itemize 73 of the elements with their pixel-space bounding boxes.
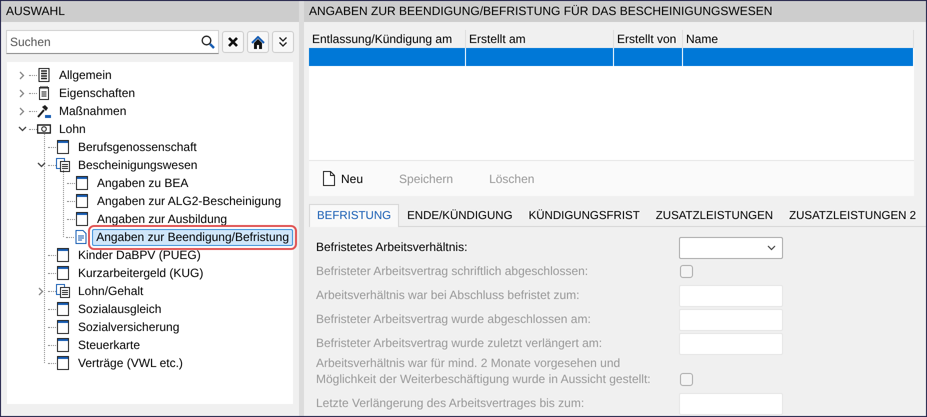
home-icon (251, 36, 265, 48)
hammer-icon (37, 104, 51, 118)
tree-item[interactable]: Sozialausgleich (74, 300, 166, 318)
tree-item[interactable]: Kinder DaBPV (PUEG) (74, 246, 205, 264)
table-cell[interactable] (614, 48, 683, 66)
search-icon[interactable] (201, 35, 215, 49)
field-label: Letzte Verlängerung des Arbeitsvertrages bis zum: (316, 395, 586, 412)
tree-item[interactable]: Kurzarbeitergeld (KUG) (74, 264, 208, 282)
chevron-right-icon[interactable] (19, 106, 25, 116)
column-header[interactable]: Name (683, 30, 914, 48)
form-icon (75, 176, 89, 190)
banknote-icon (37, 122, 51, 136)
tree-item[interactable]: Bescheinigungswesen (74, 156, 202, 174)
panel-title: ANGABEN ZUR BEENDIGUNG/BEFRISTUNG FÜR DAS BESCHEINIGUNGSWESEN (304, 1, 926, 22)
form-icon (56, 302, 70, 316)
tree-item[interactable]: Lohn (55, 120, 90, 138)
panel-title: AUSWAHL (1, 1, 299, 22)
form-icon (56, 338, 70, 352)
field-label: Arbeitsverhältnis war bei Abschluss befristet zum: (316, 287, 580, 304)
chevron-down-icon[interactable] (18, 126, 26, 132)
tab[interactable]: BEFRISTUNG (309, 204, 400, 227)
close-icon (227, 36, 239, 48)
form-icon (75, 212, 89, 226)
table-cell[interactable] (683, 48, 914, 66)
field-label: Befristetes Arbeitsverhältnis: (316, 239, 468, 256)
tree-item[interactable]: Eigenschaften (55, 84, 140, 102)
tree-item[interactable]: Angaben zur Ausbildung (93, 210, 232, 228)
new-file-icon (323, 171, 335, 186)
document-icon (74, 230, 88, 244)
tab[interactable]: ENDE/KÜNDIGUNG (399, 204, 521, 227)
form-icon (56, 320, 70, 334)
chevron-right-icon[interactable] (38, 286, 44, 296)
field-label: Arbeitsverhältnis war für mind. 2 Monate vorgesehen und Möglichkeit der Weiterbeschäftigung wurde in Aussicht gestellt: (316, 355, 652, 388)
tab[interactable]: ZUSATZLEISTUNGEN (648, 204, 782, 227)
documents-icon (56, 284, 70, 298)
chevron-right-icon[interactable] (19, 70, 25, 80)
form-icon (56, 356, 70, 370)
table-cell[interactable] (466, 48, 614, 66)
chevron-down-icon[interactable] (36, 162, 46, 168)
tree-item[interactable]: Steuerkarte (74, 336, 144, 354)
list-icon (37, 68, 51, 82)
table-cell[interactable] (309, 48, 466, 66)
tab[interactable]: ZUSATZLEISTUNGEN 2 (781, 204, 924, 227)
tree-item[interactable]: Sozialversicherung (74, 318, 184, 336)
tree-item[interactable]: Verträge (VWL etc.) (74, 354, 187, 372)
tree-item[interactable]: Lohn/Gehalt (74, 282, 148, 300)
documents-icon (56, 158, 70, 172)
notepad-icon (37, 86, 51, 100)
dropdown[interactable] (679, 237, 783, 259)
tab[interactable]: KÜNDIGUNGSFRIST (520, 204, 648, 227)
field-label: Befristeter Arbeitsvertrag wurde abgeschlossen am: (316, 311, 592, 328)
toolbar-button[interactable]: Neu (323, 171, 364, 186)
tree-item[interactable]: Maßnahmen (55, 102, 130, 120)
tree-item[interactable]: Berufsgenossenschaft (74, 138, 201, 156)
form-icon (56, 266, 70, 280)
close-button[interactable] (222, 31, 244, 53)
expand-all-button[interactable] (272, 31, 294, 53)
tree-item[interactable]: Angaben zu BEA (93, 174, 192, 192)
field-label: Befristeter Arbeitsvertrag schriftlich abgeschlossen: (316, 263, 590, 280)
column-header[interactable]: Erstellt von (614, 30, 683, 48)
form-icon (56, 248, 70, 262)
tree-item[interactable]: Angaben zur ALG2-Bescheinigung (93, 192, 286, 210)
field-label: Befristeter Arbeitsvertrag wurde zuletzt verlängert am: (316, 335, 604, 352)
form-icon (75, 194, 89, 208)
form-icon (56, 140, 70, 154)
column-header[interactable]: Entlassung/Kündigung am (309, 30, 466, 48)
chevron-down-icon (767, 245, 776, 251)
home-button[interactable] (247, 31, 269, 53)
search-field[interactable]: Suchen (6, 30, 219, 54)
column-header[interactable]: Erstellt am (466, 30, 614, 48)
tree-item[interactable]: Allgemein (55, 66, 116, 84)
double-chevron-down-icon (278, 36, 288, 48)
chevron-right-icon[interactable] (19, 88, 25, 98)
